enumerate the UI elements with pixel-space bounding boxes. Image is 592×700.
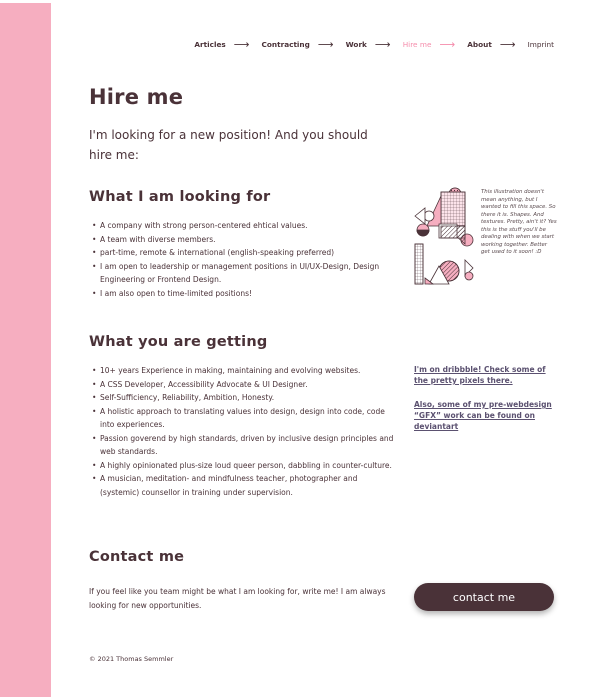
nav-articles[interactable]: Articles ⟶ <box>194 38 249 51</box>
illustration-note: This illustration doesn't mean anything,… <box>481 189 557 255</box>
looking-for-heading: What I am looking for <box>89 189 271 205</box>
nav-label: Contracting <box>261 40 310 49</box>
arrow-right-icon: ⟶ <box>499 38 516 51</box>
top-navigation: Articles ⟶ Contracting ⟶ Work ⟶ Hire me … <box>182 38 554 51</box>
nav-contracting[interactable]: Contracting ⟶ <box>262 38 334 51</box>
getting-list: 10+ years Experience in making, maintain… <box>89 364 394 499</box>
list-item: I am also open to time-limited positions… <box>89 287 394 301</box>
contact-heading: Contact me <box>89 549 185 565</box>
arrow-right-icon: ⟶ <box>317 38 334 51</box>
footer-copyright: © 2021 Thomas Semmler <box>89 655 174 663</box>
nav-about[interactable]: About ⟶ <box>467 38 515 51</box>
contact-me-button[interactable]: contact me <box>414 583 554 611</box>
contact-text: If you feel like you team might be what … <box>89 587 386 610</box>
list-item: A CSS Developer, Accessibility Advocate … <box>89 378 394 392</box>
nav-label: Work <box>345 40 367 49</box>
list-item: Passion goverend by high standards, driv… <box>89 432 394 459</box>
arrow-right-icon: ⟶ <box>374 38 391 51</box>
list-item: I am open to leadership or management po… <box>89 260 394 287</box>
nav-work[interactable]: Work ⟶ <box>346 38 391 51</box>
nav-imprint[interactable]: Imprint <box>528 40 554 49</box>
page-title: Hire me <box>89 85 184 109</box>
looking-for-list: A company with strong person-centered eh… <box>89 219 394 300</box>
nav-label: Articles <box>194 40 226 49</box>
arrow-right-icon: ⟶ <box>233 38 250 51</box>
list-item: A highly opinionated plus-size loud quee… <box>89 459 394 473</box>
decorative-sidebar <box>0 3 51 697</box>
list-item: A musician, meditation- and mindfulness … <box>89 472 394 499</box>
list-item: 10+ years Experience in making, maintain… <box>89 364 394 378</box>
nav-label: Imprint <box>527 40 554 49</box>
list-item: A team with diverse members. <box>89 233 394 247</box>
deviantart-link[interactable]: Also, some of my pre-webdesign “GFX” wor… <box>414 399 559 432</box>
list-item: Self-Sufficiency, Reliability, Ambition,… <box>89 391 394 405</box>
nav-hire-me[interactable]: Hire me ⟶ <box>403 38 456 51</box>
nav-label: Hire me <box>402 40 432 49</box>
list-item: part-time, remote & international (engli… <box>89 246 394 260</box>
arrow-right-icon: ⟶ <box>439 38 456 51</box>
intro-text: I'm looking for a new position! And you … <box>89 128 368 162</box>
list-item: A company with strong person-centered eh… <box>89 219 394 233</box>
getting-heading: What you are getting <box>89 334 268 350</box>
geometric-shapes-illustration <box>414 187 474 285</box>
nav-label: About <box>467 40 492 49</box>
list-item: A holistic approach to translating value… <box>89 405 394 432</box>
dribbble-link[interactable]: I'm on dribbble! Check some of the prett… <box>414 364 554 386</box>
